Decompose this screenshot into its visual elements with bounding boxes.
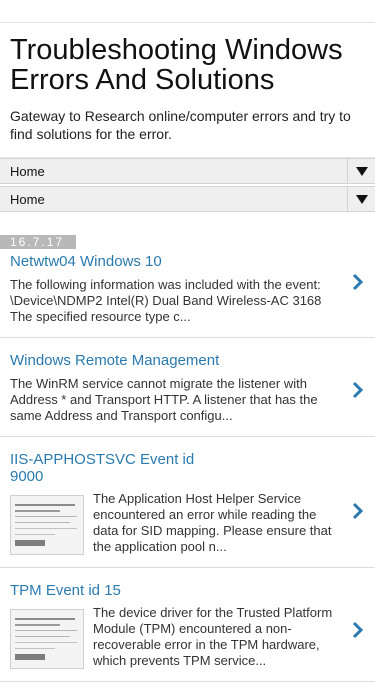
triangle-down-icon xyxy=(355,194,368,204)
chevron-right-icon[interactable] xyxy=(351,380,365,400)
blog-description: Gateway to Research online/computer erro… xyxy=(10,108,351,142)
top-bar xyxy=(0,0,375,23)
chevron-right-icon[interactable] xyxy=(351,501,365,521)
post-item[interactable]: IIS-APPHOSTSVC Event id 9000 The Applica… xyxy=(0,437,375,568)
chevron-right-icon[interactable] xyxy=(351,272,365,292)
blog-title[interactable]: Troubleshooting Windows Errors And Solut… xyxy=(10,35,365,95)
nav-select-pages[interactable]: Home xyxy=(0,158,375,184)
blog-header: Troubleshooting Windows Errors And Solut… xyxy=(0,23,375,158)
post-snippet: The following information was included w… xyxy=(10,277,322,324)
post-title[interactable]: Windows Remote Management xyxy=(10,338,337,369)
post-title[interactable]: IIS-APPHOSTSVC Event id 9000 xyxy=(10,437,220,485)
nav-dropdown-button[interactable] xyxy=(347,159,375,183)
post-snippet: The Application Host Helper Service enco… xyxy=(93,491,332,554)
post-snippet: The device driver for the Trusted Platfo… xyxy=(93,605,333,668)
nav-select-label: Home xyxy=(10,191,45,207)
post-thumbnail[interactable] xyxy=(10,495,84,555)
triangle-down-icon xyxy=(355,166,368,176)
post-title[interactable]: Netwtw04 Windows 10 xyxy=(10,247,337,270)
post-thumbnail[interactable] xyxy=(10,609,84,669)
post-item[interactable]: TPM Event id 15 The device driver for th… xyxy=(0,568,375,682)
nav-dropdown-button[interactable] xyxy=(347,187,375,211)
post-item[interactable]: Windows Remote Management The WinRM serv… xyxy=(0,338,375,437)
nav-select-links[interactable]: Home xyxy=(0,186,375,212)
date-header-wrap: 16.7.17 xyxy=(0,233,375,249)
chevron-right-icon[interactable] xyxy=(351,620,365,640)
nav-select-label: Home xyxy=(10,163,45,179)
post-title[interactable]: TPM Event id 15 xyxy=(10,568,337,599)
post-snippet: The WinRM service cannot migrate the lis… xyxy=(10,376,318,423)
post-item[interactable]: Netwtw04 Windows 10 The following inform… xyxy=(0,247,375,338)
